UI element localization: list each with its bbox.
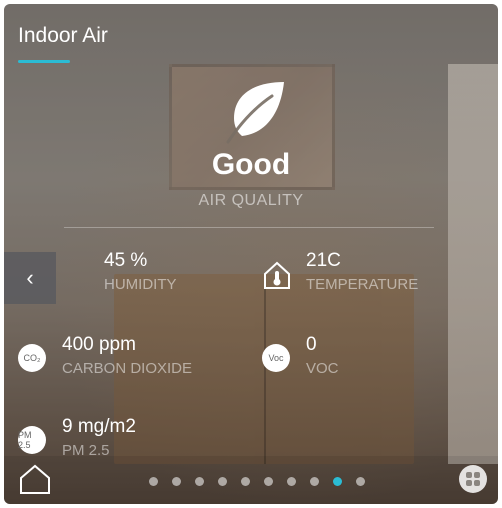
humidity-label: HUMIDITY <box>104 276 177 293</box>
temperature-label: TEMPERATURE <box>306 276 419 293</box>
co2-metric: CO₂ 400 ppm CARBON DIOXIDE <box>18 334 228 384</box>
page-indicator[interactable] <box>149 477 365 486</box>
pm25-label: PM 2.5 <box>62 442 110 456</box>
voc-label: VOC <box>306 360 339 377</box>
title-underline <box>18 60 70 63</box>
voc-metric: Voc 0 VOC <box>262 334 442 384</box>
back-button[interactable]: ‹ <box>4 252 56 304</box>
voc-value: 0 <box>306 334 317 355</box>
thermometer-icon <box>264 261 290 289</box>
divider <box>64 227 434 228</box>
page-dot[interactable] <box>195 477 204 486</box>
page-dot[interactable] <box>172 477 181 486</box>
page-title: Indoor Air <box>18 24 108 47</box>
pm25-value: 9 mg/m2 <box>62 416 136 437</box>
indoor-air-screen: Indoor Air Good AIR QUALITY ‹ 45 % HUMID… <box>4 4 498 504</box>
chevron-left-icon: ‹ <box>26 265 34 290</box>
pm25-metric: PM 2.5 9 mg/m2 PM 2.5 <box>18 416 228 456</box>
air-quality-label: AIR QUALITY <box>198 192 304 209</box>
page-dot[interactable] <box>218 477 227 486</box>
voc-icon: Voc <box>262 344 290 372</box>
humidity-value: 45 % <box>104 250 148 271</box>
page-dot[interactable] <box>264 477 273 486</box>
page-dot[interactable] <box>241 477 250 486</box>
temperature-value: 21C <box>306 250 341 271</box>
temperature-metric: 21C TEMPERATURE <box>262 250 472 300</box>
apps-grid-icon[interactable] <box>458 464 488 494</box>
co2-icon: CO₂ <box>18 344 46 372</box>
air-quality-status: Good <box>211 148 291 181</box>
page-dot[interactable] <box>310 477 319 486</box>
page-dot[interactable] <box>333 477 342 486</box>
leaf-icon <box>226 82 284 144</box>
pm25-icon: PM 2.5 <box>18 426 46 454</box>
humidity-metric: 45 % HUMIDITY <box>60 250 240 300</box>
page-dot[interactable] <box>356 477 365 486</box>
page-dot[interactable] <box>149 477 158 486</box>
co2-value: 400 ppm <box>62 334 136 355</box>
page-dot[interactable] <box>287 477 296 486</box>
home-icon[interactable] <box>18 462 52 496</box>
co2-label: CARBON DIOXIDE <box>62 360 193 377</box>
